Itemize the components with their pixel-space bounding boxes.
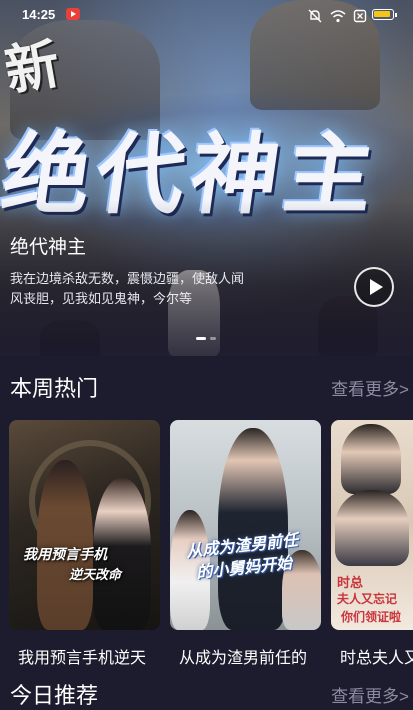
status-bar: 14:25	[0, 0, 413, 30]
pager-dot-active	[196, 337, 206, 340]
drama-card-2[interactable]: 从成为渣男前任 的小舅妈开始	[170, 420, 321, 630]
hero-title[interactable]: 绝代神主	[10, 232, 86, 259]
poster-title-line-1: 时总	[337, 576, 364, 591]
drama-card-1[interactable]: 我用预言手机 逆天改命	[9, 420, 160, 630]
poster-title-line-3: 你们领证啦	[341, 610, 402, 624]
play-button[interactable]	[354, 267, 394, 307]
status-time: 14:25	[22, 7, 56, 22]
screen-record-icon	[66, 8, 80, 20]
poster-title-line-1: 我用预言手机	[23, 547, 107, 563]
status-icons	[308, 7, 367, 23]
drama-card-3-caption[interactable]: 时总夫人又忘记	[340, 644, 413, 668]
hero-description: 我在边境杀敌无数，震慑边疆，使敌人闻风丧胆，见我如见鬼神，今尔等	[10, 271, 245, 306]
poster-title-line-2: 夫人又忘记	[337, 592, 398, 606]
battery-icon	[372, 9, 397, 20]
drama-card-2-caption[interactable]: 从成为渣男前任的	[179, 644, 319, 668]
today-recommend-title: 今日推荐	[10, 683, 99, 708]
wifi-icon	[330, 9, 346, 22]
drama-card-3[interactable]: 时总 夫人又忘记 你们领证啦	[331, 420, 413, 630]
poster-couple	[335, 490, 409, 566]
mute-icon	[308, 9, 322, 23]
sim-icon	[354, 9, 367, 22]
poster-title-line-2: 逆天改命	[69, 568, 122, 583]
poster-man	[341, 424, 401, 494]
weekly-hot-more-link[interactable]: 查看更多>	[331, 375, 409, 400]
drama-card-1-caption[interactable]: 我用预言手机逆天	[18, 644, 158, 668]
today-recommend-more-link[interactable]: 查看更多>	[331, 682, 409, 707]
play-icon	[370, 279, 383, 295]
hero-banner[interactable]: 绝代神主 新 绝代神主 我在边境杀敌无数，震慑边疆，使敌人闻风丧胆，见我如见鬼神…	[0, 0, 413, 356]
pager-dot	[210, 337, 216, 340]
weekly-hot-title: 本周热门	[10, 376, 99, 401]
